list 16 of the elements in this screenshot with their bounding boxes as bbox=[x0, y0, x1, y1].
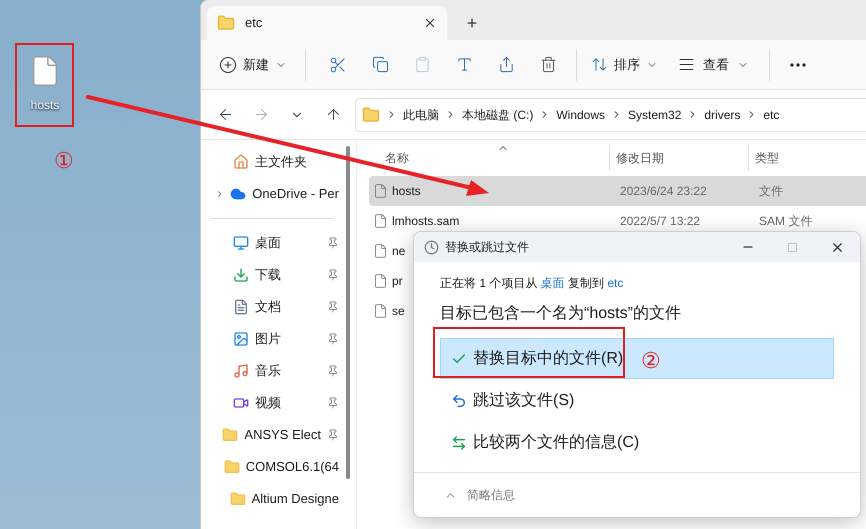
tab-label: etc bbox=[245, 14, 264, 32]
copy-message: 正在将 1 个项目从 桌面 复制到 etc bbox=[440, 275, 624, 292]
step-number: ① bbox=[54, 147, 74, 175]
dialog-title: 替换或跳过文件 bbox=[445, 239, 530, 256]
file-name: lmhosts.sam bbox=[392, 213, 460, 230]
file-name: hosts bbox=[392, 183, 421, 200]
file-name: pr bbox=[392, 273, 403, 290]
file-date: 2022/5/7 13:22 bbox=[619, 213, 702, 230]
dialog-heading: 目标已包含一个名为“hosts”的文件 bbox=[440, 304, 682, 324]
file-date: 2023/6/24 23:22 bbox=[619, 183, 708, 200]
file-type: SAM 文件 bbox=[758, 213, 812, 230]
file-type: 文件 bbox=[758, 183, 783, 200]
step-number: ② bbox=[641, 347, 661, 375]
desktop-icon-label: hosts bbox=[30, 97, 60, 114]
file-name: ne bbox=[392, 243, 406, 260]
file-name: se bbox=[392, 303, 405, 320]
